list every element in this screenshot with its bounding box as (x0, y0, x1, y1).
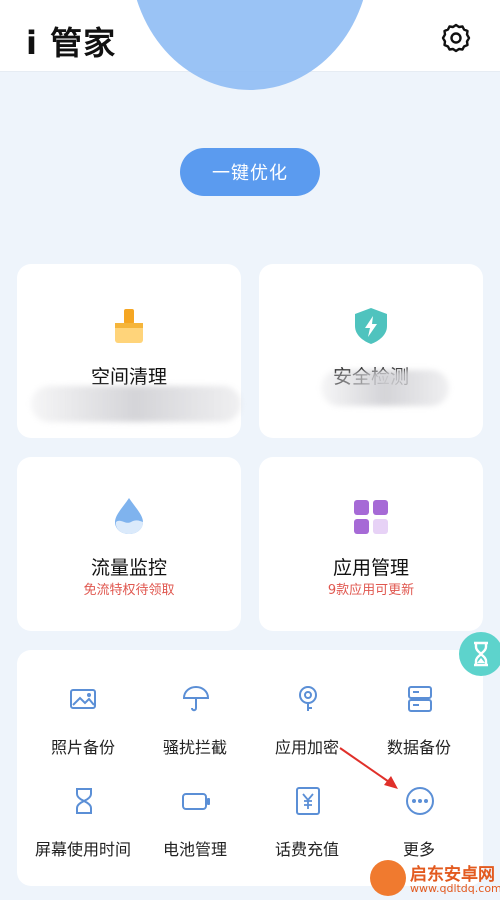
broom-icon (109, 306, 149, 346)
optimize-button[interactable]: 一键优化 (180, 148, 320, 196)
card-title: 流量监控 (90, 557, 167, 579)
tool-label: 屏幕使用时间 (34, 840, 131, 859)
card-title: 空间清理 (90, 366, 167, 388)
tool-harassment-block[interactable]: 骚扰拦截 (137, 684, 253, 774)
tool-label: 更多 (402, 840, 435, 859)
tool-data-backup[interactable]: 数据备份 (361, 684, 477, 774)
tool-app-encryption[interactable]: 应用加密 (249, 684, 365, 774)
database-icon (405, 684, 435, 714)
hourglass-icon (69, 786, 99, 816)
card-traffic-monitor[interactable]: 流量监控 免流特权待领取 (17, 457, 241, 631)
more-icon (405, 786, 435, 816)
shield-icon (351, 306, 391, 346)
lock-pin-icon (293, 684, 323, 714)
watermark-logo-icon (370, 860, 406, 896)
tool-photo-backup[interactable]: 照片备份 (25, 684, 141, 774)
tool-screen-time[interactable]: 屏幕使用时间 (25, 786, 141, 876)
settings-icon[interactable] (440, 22, 472, 54)
card-subtitle: 9款应用可更新 (327, 583, 415, 598)
yen-icon (293, 786, 323, 816)
tool-phone-recharge[interactable]: 话费充值 (249, 786, 365, 876)
tool-label: 骚扰拦截 (162, 738, 227, 757)
card-space-clean[interactable]: 空间清理 (17, 264, 241, 438)
blurred-region (31, 386, 241, 422)
watermark-url: www.qdltdq.com (410, 882, 500, 895)
watermark: 启东安卓网 www.qdltdq.com (370, 858, 500, 900)
tools-panel: 照片备份 骚扰拦截 应用加密 数据备份 屏幕使用时间 电池管理 话费充值 更多 (17, 650, 483, 886)
app-grid-icon (351, 497, 391, 537)
card-title: 应用管理 (332, 557, 409, 579)
blurred-region (321, 370, 449, 406)
battery-icon (181, 786, 211, 816)
tool-label: 话费充值 (274, 840, 339, 859)
umbrella-icon (181, 684, 211, 714)
tool-label: 照片备份 (50, 738, 115, 757)
card-app-management[interactable]: 应用管理 9款应用可更新 (259, 457, 483, 631)
floating-hourglass-button[interactable] (459, 632, 500, 676)
tool-label: 应用加密 (274, 738, 339, 757)
app-title: i 管家 (26, 24, 117, 62)
water-drop-icon (109, 495, 149, 535)
tool-battery-management[interactable]: 电池管理 (137, 786, 253, 876)
card-subtitle: 免流特权待领取 (83, 583, 175, 598)
photo-icon (69, 684, 99, 714)
card-security-check[interactable]: 安全检测 (259, 264, 483, 438)
tool-label: 电池管理 (162, 840, 227, 859)
score-circle (130, 0, 370, 90)
tool-label: 数据备份 (386, 738, 451, 757)
